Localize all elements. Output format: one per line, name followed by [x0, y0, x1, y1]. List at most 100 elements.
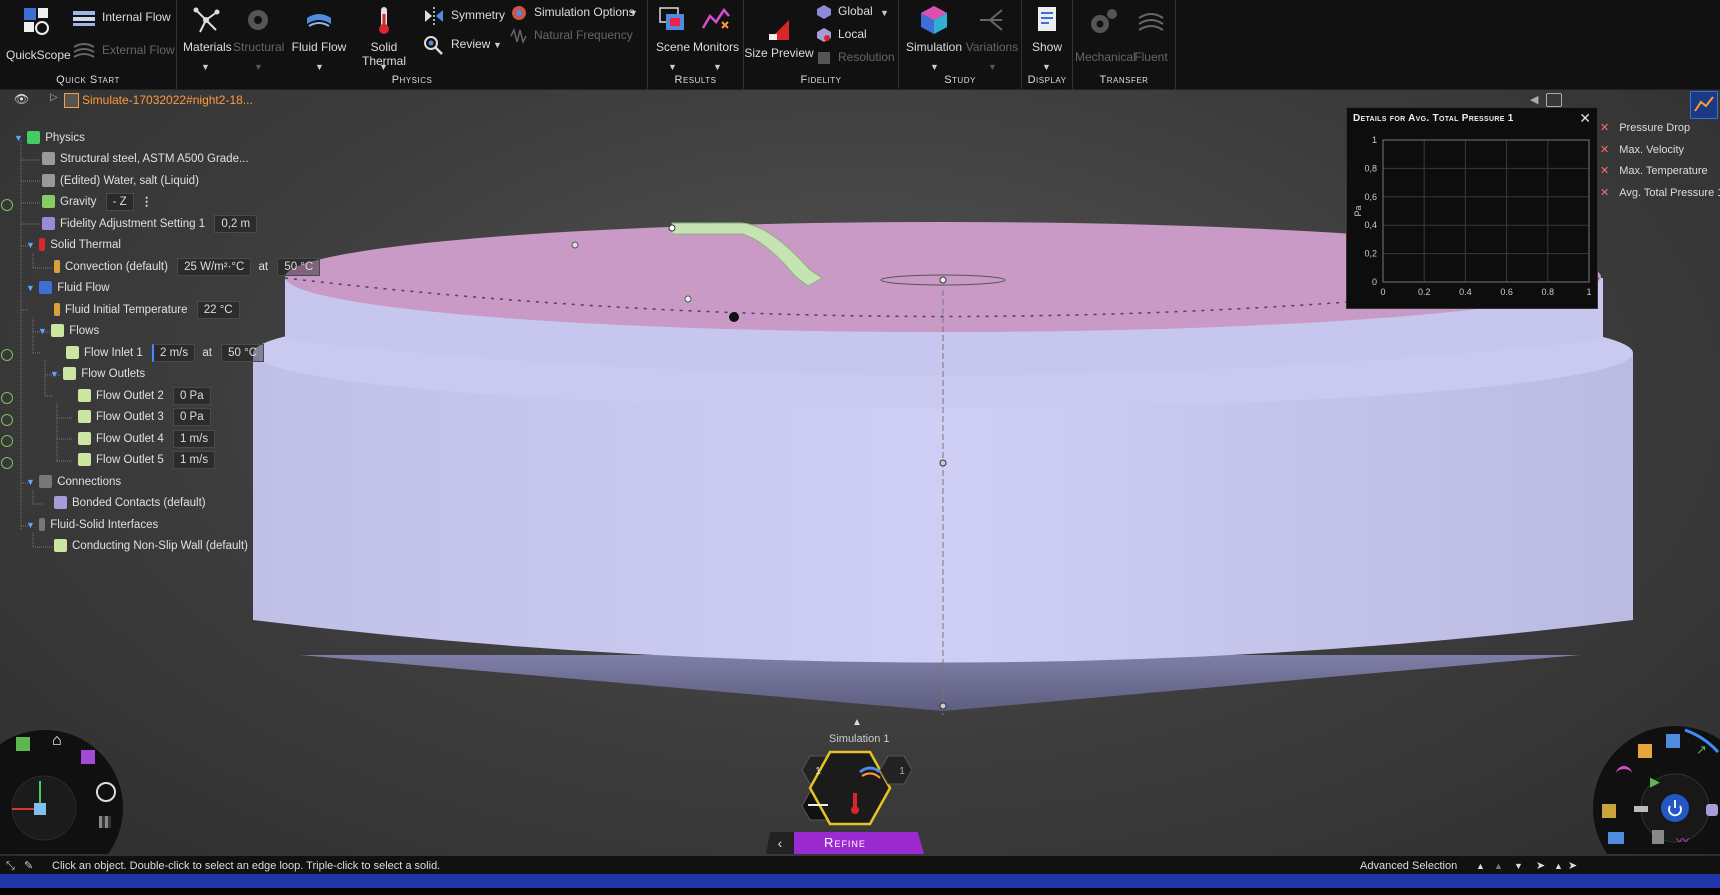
remove-x-icon[interactable]: ✕ [1600, 144, 1609, 156]
remove-x-icon[interactable]: ✕ [1600, 187, 1609, 199]
scene-dropdown-caret[interactable]: ▼ [668, 62, 677, 72]
global-button[interactable]: Global [816, 4, 873, 20]
monitors-toggle-button[interactable] [1690, 91, 1718, 119]
back-arrow-button[interactable]: ‹ [766, 832, 794, 854]
flow-inlet-temp-field[interactable]: 50 °C [221, 344, 265, 362]
scene-button[interactable]: Scene [652, 4, 694, 54]
flow-outlet-gear-icon[interactable] [1, 414, 13, 426]
box-tool-icon[interactable] [1652, 830, 1664, 844]
expand-arrow-icon[interactable]: ▷ [50, 92, 58, 103]
slice-tool-icon[interactable] [1634, 806, 1648, 812]
flow-inlet-gear-icon[interactable] [1, 349, 13, 361]
collapse-arrow-icon[interactable]: ▼ [50, 364, 60, 384]
tree-node-flow-outlet[interactable]: Flow Outlet 4 1 m/s [78, 429, 216, 449]
flow-outlet-value-field[interactable]: 1 m/s [172, 451, 216, 469]
review-button[interactable]: Review [423, 35, 490, 55]
solid-thermal-button[interactable]: Solid Thermal [349, 4, 419, 68]
status-tool-icon[interactable]: ⤡ [6, 856, 15, 876]
selection-up-icon[interactable]: ▲ [1476, 856, 1485, 876]
simulation-options-dropdown-caret[interactable]: ▼ [629, 8, 638, 18]
fluid-flow-dropdown-caret[interactable]: ▼ [315, 62, 324, 72]
materials-dropdown-caret[interactable]: ▼ [201, 62, 210, 72]
tree-node-gravity[interactable]: Gravity - Z ⋮ [42, 192, 152, 212]
cursor-add-icon[interactable]: ➤ [1568, 856, 1577, 876]
convection-temp-field[interactable]: 50 °C [277, 258, 321, 276]
simulation-button[interactable]: Simulation [903, 4, 965, 54]
tree-node-flow-outlet[interactable]: Flow Outlet 3 0 Pa [78, 407, 211, 427]
external-flow-button[interactable]: External Flow [72, 41, 175, 61]
collapse-arrow-icon[interactable]: ▼ [14, 128, 24, 148]
local-button[interactable]: Local [816, 27, 867, 43]
monitors-dropdown-caret[interactable]: ▼ [713, 62, 722, 72]
resolution-button[interactable]: Resolution [816, 50, 895, 66]
flow-outlet-value-field[interactable]: 0 Pa [172, 387, 211, 405]
panel-pin-icon[interactable] [1546, 93, 1562, 107]
review-dropdown-caret[interactable]: ▼ [493, 40, 502, 50]
tree-node-flow-outlet[interactable]: Flow Outlet 2 0 Pa [78, 386, 211, 406]
solid-thermal-dropdown-caret[interactable]: ▼ [379, 62, 388, 72]
panel-collapse-icon[interactable]: ◀ [1530, 93, 1538, 106]
convection-value-field[interactable]: 25 W/m²·°C [177, 258, 252, 276]
show-dropdown-caret[interactable]: ▼ [1042, 62, 1051, 72]
mechanical-button[interactable]: Mechanical [1075, 4, 1136, 64]
visibility-eye-icon[interactable]: 👁 [14, 92, 29, 106]
legend-item[interactable]: ✕ Avg. Total Pressure 1 [1600, 183, 1720, 205]
gravity-value-field[interactable]: - Z [105, 193, 134, 211]
status-edit-icon[interactable]: ✎ [24, 856, 33, 876]
camera-reel-icon[interactable] [96, 782, 116, 802]
internal-flow-button[interactable]: Internal Flow [72, 8, 171, 28]
flow-inlet-velocity-field[interactable]: 2 m/s [152, 344, 196, 362]
tree-node-material-water[interactable]: (Edited) Water, salt (Liquid) [42, 171, 199, 191]
box-view-icon[interactable] [81, 750, 95, 764]
quickscope-button[interactable]: QuickScope [6, 4, 71, 62]
vectors-tool-icon[interactable]: ↗ [1696, 742, 1707, 758]
mesh-tool-icon[interactable] [1602, 804, 1616, 818]
show-button[interactable]: Show [1026, 4, 1068, 54]
tree-node-fluid-flow[interactable]: ▼ Fluid Flow [26, 278, 110, 298]
tree-node-flow-inlet[interactable]: Flow Inlet 1 2 m/s at 50 °C [66, 343, 265, 363]
flow-outlet-gear-icon[interactable] [1, 392, 13, 404]
tank-cone-bottom[interactable] [300, 655, 1580, 711]
colored-box-icon[interactable] [1638, 744, 1652, 758]
collapse-arrow-icon[interactable]: ▼ [26, 472, 36, 492]
simulation-root-name[interactable]: Simulate-17032022#night2-18... [82, 93, 253, 107]
gravity-gear-icon[interactable] [1, 199, 13, 211]
tree-node-physics[interactable]: ▼ Physics [14, 128, 85, 148]
legend-item[interactable]: ✕ Max. Temperature [1600, 161, 1720, 183]
collapse-arrow-icon[interactable]: ▼ [26, 235, 36, 255]
tree-node-convection[interactable]: Convection (default) 25 W/m²·°C at 50 °C [54, 257, 321, 277]
tree-node-flow-outlet[interactable]: Flow Outlet 5 1 m/s [78, 450, 216, 470]
size-preview-button[interactable]: Size Preview [744, 14, 814, 60]
simulation-options-button[interactable]: Simulation Options [510, 4, 635, 22]
remove-x-icon[interactable]: ✕ [1600, 165, 1609, 177]
legend-item[interactable]: ✕ Pressure Drop [1600, 118, 1720, 140]
collapse-arrow-icon[interactable]: ▼ [26, 515, 36, 535]
selection-up-alt-icon[interactable]: ▲ [1494, 856, 1503, 876]
selection-mode-icon[interactable]: ▲ [1554, 856, 1563, 876]
fluent-button[interactable]: Fluent [1129, 4, 1173, 64]
legend-item[interactable]: ✕ Max. Velocity [1600, 140, 1720, 162]
collapse-arrow-icon[interactable]: ▼ [38, 321, 48, 341]
more-options-icon[interactable]: ⋮ [141, 196, 153, 208]
variations-button[interactable]: Variations [963, 4, 1021, 54]
flow-outlet-gear-icon[interactable] [1, 435, 13, 447]
tree-node-flow-outlets[interactable]: ▼ Flow Outlets [50, 364, 145, 384]
variations-dropdown-caret[interactable]: ▼ [988, 62, 997, 72]
materials-button[interactable]: Materials [183, 4, 232, 54]
solid-view-icon[interactable] [16, 737, 30, 751]
monitors-button[interactable]: Monitors [690, 4, 742, 54]
play-tool-icon[interactable]: ▶ [1650, 774, 1660, 790]
grid-icon[interactable] [99, 816, 111, 828]
tree-node-solid-thermal[interactable]: ▼ Solid Thermal [26, 235, 121, 255]
tree-node-conducting-wall[interactable]: Conducting Non-Slip Wall (default) [54, 536, 248, 556]
tree-node-bonded-contacts[interactable]: Bonded Contacts (default) [54, 493, 206, 513]
cube-tool-icon[interactable] [1666, 734, 1680, 748]
tree-node-material-steel[interactable]: Structural steel, ASTM A500 Grade... [42, 149, 249, 169]
global-dropdown-caret[interactable]: ▼ [880, 8, 889, 18]
flow-outlet-gear-icon[interactable] [1, 457, 13, 469]
rainbow-tool-icon[interactable] [1616, 766, 1632, 781]
structural-button[interactable]: Structural [233, 4, 284, 54]
fidelity-value-field[interactable]: 0,2 m [214, 215, 258, 233]
collapse-arrow-icon[interactable]: ▼ [26, 278, 36, 298]
sphere-tool-icon[interactable] [1706, 804, 1718, 816]
